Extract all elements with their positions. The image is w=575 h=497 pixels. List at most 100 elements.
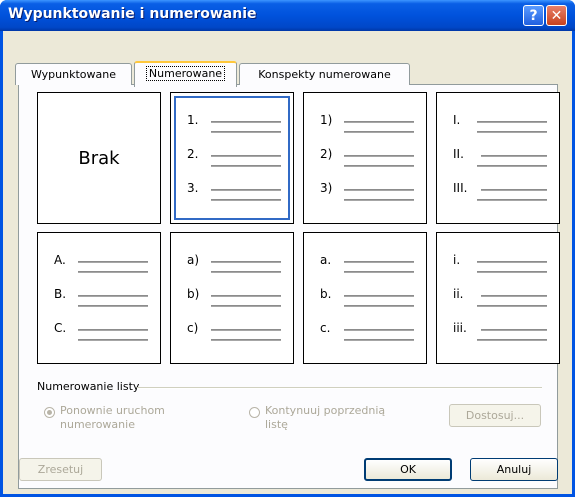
gallery-option-number-label: 3. (187, 181, 199, 195)
tab-outline-numbered-label: Konspekty numerowane (258, 68, 391, 81)
placeholder-text-line (344, 295, 414, 297)
placeholder-text-line (78, 329, 148, 331)
placeholder-text-line (477, 165, 547, 167)
gallery-option-number-label: 3) (320, 181, 333, 195)
placeholder-text-line (78, 339, 148, 341)
gallery-option-number-label: c. (320, 321, 331, 335)
dialog-window: Wypunktowanie i numerowanie ? ✕ Brak 1. 2… (0, 0, 575, 497)
gallery-option-number-label: I. (453, 113, 461, 127)
placeholder-text-line (344, 199, 414, 201)
gallery-option-number-label: b) (187, 287, 200, 301)
gallery-option-none[interactable]: Brak (37, 92, 161, 224)
restart-numbering-radio[interactable] (44, 407, 55, 418)
placeholder-text-line (211, 121, 281, 123)
gallery-option-number-label: 1. (187, 113, 199, 127)
gallery-option-number-label: 2. (187, 147, 199, 161)
reset-button[interactable]: Zresetuj (19, 458, 102, 481)
gallery-option-number-label: b. (320, 287, 332, 301)
gallery-option-number-label: A. (54, 253, 66, 267)
continue-numbering-line2: listę (265, 418, 288, 431)
gallery-option[interactable]: 1) 2) 3) (303, 92, 427, 224)
placeholder-text-line (481, 189, 547, 191)
placeholder-text-line (477, 305, 547, 307)
placeholder-text-line (211, 199, 281, 201)
restart-numbering-line2: numerowanie (60, 418, 135, 431)
gallery-option-number-label: i. (453, 253, 461, 267)
placeholder-text-line (78, 295, 148, 297)
cancel-button-label: Anuluj (496, 463, 532, 476)
gallery-option-number-label: a. (320, 253, 332, 267)
gallery-option[interactable]: i. ii. iii. (436, 232, 560, 364)
placeholder-text-line (211, 305, 281, 307)
placeholder-text-line (344, 305, 414, 307)
gallery-option[interactable]: a. b. c. (303, 232, 427, 364)
placeholder-text-line (344, 121, 414, 123)
placeholder-text-line (78, 261, 148, 263)
placeholder-text-line (344, 155, 414, 157)
section-divider (137, 387, 542, 389)
gallery-option[interactable]: I. II. III. (436, 92, 560, 224)
customize-button[interactable]: Dostosuj... (449, 404, 541, 427)
placeholder-text-line (344, 261, 414, 263)
gallery-option-number-label: 1) (320, 113, 333, 127)
placeholder-text-line (211, 165, 281, 167)
placeholder-text-line (211, 329, 281, 331)
placeholder-text-line (211, 339, 281, 341)
placeholder-text-line (211, 155, 281, 157)
gallery-option-number-label: iii. (453, 321, 467, 335)
restart-numbering-line1: Ponownie uruchom (60, 404, 165, 417)
gallery-option-number-label: c) (187, 321, 199, 335)
placeholder-text-line (211, 131, 281, 133)
continue-numbering-radio[interactable] (249, 407, 260, 418)
placeholder-text-line (78, 305, 148, 307)
placeholder-text-line (481, 295, 547, 297)
gallery-option-number-label: 2) (320, 147, 333, 161)
close-icon: ✕ (550, 7, 563, 24)
ok-button[interactable]: OK (364, 458, 452, 481)
placeholder-text-line (477, 131, 547, 133)
help-icon: ? (529, 7, 538, 24)
placeholder-text-line (477, 261, 547, 263)
placeholder-text-line (344, 131, 414, 133)
tab-numbered-label: Numerowane (145, 66, 226, 81)
none-option-label: Brak (78, 148, 120, 169)
gallery-option-number-label: a) (187, 253, 200, 267)
help-button[interactable]: ? (523, 5, 544, 26)
placeholder-text-line (211, 271, 281, 273)
ok-button-label: OK (400, 463, 416, 476)
placeholder-text-line (477, 271, 547, 273)
gallery-option[interactable]: A. B. C. (37, 232, 161, 364)
tab-numbered[interactable]: Numerowane (134, 61, 237, 87)
gallery-option-number-label: II. (453, 147, 464, 161)
placeholder-text-line (477, 199, 547, 201)
list-numbering-section-label: Numerowanie listy (37, 380, 140, 393)
gallery-option[interactable]: a) b) c) (170, 232, 294, 364)
close-button[interactable]: ✕ (546, 5, 567, 26)
placeholder-text-line (477, 121, 547, 123)
numbering-tab-panel: Brak 1. 2. 3. 1) 2) 3) I. II. III. A. B. C. a) b) c) a.… (18, 84, 560, 489)
continue-numbering-line1: Kontynuuj poprzednią (265, 404, 386, 417)
placeholder-text-line (344, 339, 414, 341)
gallery-option-number-label: III. (453, 181, 468, 195)
placeholder-text-line (211, 189, 281, 191)
gallery-option-number-label: ii. (453, 287, 464, 301)
placeholder-text-line (211, 295, 281, 297)
title-bar[interactable]: Wypunktowanie i numerowanie ? ✕ (0, 0, 575, 31)
dialog-title: Wypunktowanie i numerowanie (8, 6, 257, 22)
placeholder-text-line (481, 155, 547, 157)
placeholder-text-line (481, 329, 547, 331)
customize-button-label: Dostosuj... (465, 409, 525, 422)
cancel-button[interactable]: Anuluj (470, 458, 558, 481)
gallery-option[interactable]: 1. 2. 3. (170, 92, 294, 224)
tab-outline-numbered[interactable]: Konspekty numerowane (239, 63, 410, 85)
placeholder-text-line (344, 189, 414, 191)
dialog-client-area: Brak 1. 2. 3. 1) 2) 3) I. II. III. A. B. C. a) b) c) a.… (3, 31, 572, 494)
placeholder-text-line (477, 339, 547, 341)
gallery-option-number-label: B. (54, 287, 67, 301)
tab-bulleted[interactable]: Wypunktowane (15, 63, 132, 85)
gallery-option-number-label: C. (54, 321, 67, 335)
placeholder-text-line (78, 271, 148, 273)
reset-button-label: Zresetuj (37, 463, 84, 476)
placeholder-text-line (344, 329, 414, 331)
tab-bulleted-label: Wypunktowane (30, 68, 116, 81)
